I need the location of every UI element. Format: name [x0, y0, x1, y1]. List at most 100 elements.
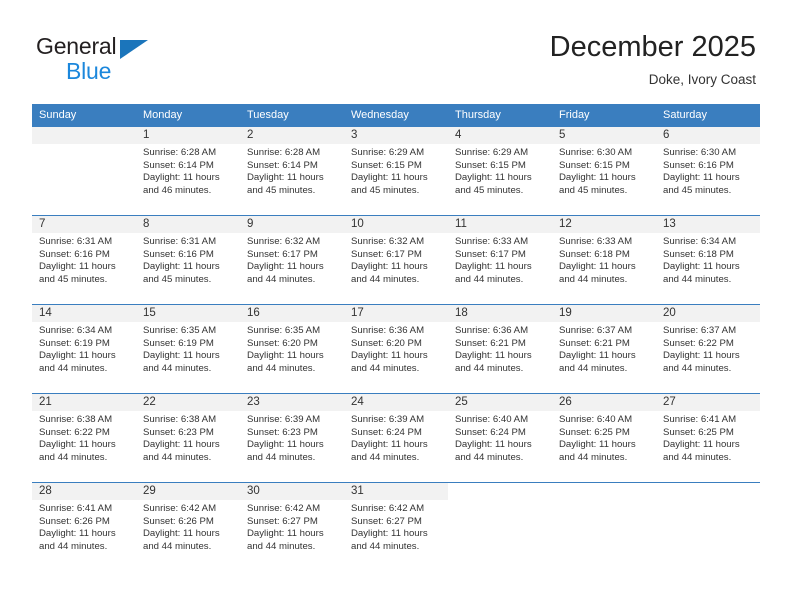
day-detail-line: Sunset: 6:15 PM	[559, 159, 630, 171]
day-number: 1	[136, 127, 240, 144]
day-detail-line: Sunset: 6:15 PM	[351, 159, 422, 171]
day-detail-line: and 44 minutes.	[39, 362, 108, 374]
day-cell[interactable]: 17 Sunrise: 6:36 AM Sunset: 6:20 PM Dayligh…	[344, 305, 448, 393]
day-detail-line: Sunset: 6:19 PM	[143, 337, 214, 349]
day-number: 6	[656, 127, 760, 144]
day-detail-line: and 44 minutes.	[351, 451, 420, 463]
day-detail-line: Daylight: 11 hours	[663, 350, 740, 362]
day-cell[interactable]: 22 Sunrise: 6:38 AM Sunset: 6:23 PM Dayligh…	[136, 394, 240, 482]
day-detail-line: Sunrise: 6:29 AM	[351, 147, 425, 158]
day-cell[interactable]: 20 Sunrise: 6:37 AM Sunset: 6:22 PM Dayligh…	[656, 305, 760, 393]
day-cell[interactable]: 18 Sunrise: 6:36 AM Sunset: 6:21 PM Dayligh…	[448, 305, 552, 393]
day-detail-line: Daylight: 11 hours	[247, 350, 324, 362]
day-cell[interactable]: 31 Sunrise: 6:42 AM Sunset: 6:27 PM Dayligh…	[344, 483, 448, 571]
day-cell[interactable]: 3 Sunrise: 6:29 AM Sunset: 6:15 PM Daylight…	[344, 127, 448, 215]
day-cell[interactable]: 9 Sunrise: 6:32 AM Sunset: 6:17 PM Daylight…	[240, 216, 344, 304]
day-cell[interactable]: 23 Sunrise: 6:39 AM Sunset: 6:23 PM Dayligh…	[240, 394, 344, 482]
day-details: Sunrise: 6:30 AM Sunset: 6:16 PM Daylight:…	[656, 144, 760, 197]
empty-day-cell	[552, 483, 656, 571]
day-details: Sunrise: 6:29 AM Sunset: 6:15 PM Daylight:…	[344, 144, 448, 197]
day-details: Sunrise: 6:33 AM Sunset: 6:17 PM Daylight:…	[448, 233, 552, 286]
day-cell[interactable]: 7 Sunrise: 6:31 AM Sunset: 6:16 PM Daylight…	[32, 216, 136, 304]
day-cell[interactable]: 8 Sunrise: 6:31 AM Sunset: 6:16 PM Daylight…	[136, 216, 240, 304]
day-number: 13	[656, 216, 760, 233]
day-cell[interactable]: 14 Sunrise: 6:34 AM Sunset: 6:19 PM Dayligh…	[32, 305, 136, 393]
day-cell[interactable]: 4 Sunrise: 6:29 AM Sunset: 6:15 PM Daylight…	[448, 127, 552, 215]
day-detail-line: Sunset: 6:23 PM	[143, 426, 214, 438]
day-cell[interactable]: 10 Sunrise: 6:32 AM Sunset: 6:17 PM Dayligh…	[344, 216, 448, 304]
day-cell[interactable]: 30 Sunrise: 6:42 AM Sunset: 6:27 PM Dayligh…	[240, 483, 344, 571]
logo-text-general: General	[36, 33, 117, 59]
day-number: 3	[344, 127, 448, 144]
day-detail-line: Sunrise: 6:32 AM	[351, 236, 425, 247]
calendar-cell: 17 Sunrise: 6:36 AM Sunset: 6:20 PM Dayligh…	[344, 304, 448, 394]
empty-day-cell	[656, 483, 760, 571]
day-number: 27	[656, 394, 760, 411]
day-detail-line: and 44 minutes.	[351, 273, 420, 285]
day-details: Sunrise: 6:38 AM Sunset: 6:22 PM Daylight:…	[32, 411, 136, 464]
day-detail-line: Daylight: 11 hours	[559, 439, 636, 451]
day-detail-line: and 44 minutes.	[559, 451, 628, 463]
day-detail-line: and 44 minutes.	[663, 362, 732, 374]
day-cell[interactable]: 26 Sunrise: 6:40 AM Sunset: 6:25 PM Dayligh…	[552, 394, 656, 482]
day-detail-line: Daylight: 11 hours	[559, 172, 636, 184]
calendar-cell: 6 Sunrise: 6:30 AM Sunset: 6:16 PM Daylight…	[656, 127, 760, 216]
day-detail-line: Sunset: 6:17 PM	[247, 248, 318, 260]
generalblue-logo[interactable]: General Blue	[36, 33, 166, 85]
day-number	[552, 483, 656, 500]
day-detail-line: Daylight: 11 hours	[247, 528, 324, 540]
day-cell[interactable]: 12 Sunrise: 6:33 AM Sunset: 6:18 PM Dayligh…	[552, 216, 656, 304]
day-cell[interactable]: 5 Sunrise: 6:30 AM Sunset: 6:15 PM Daylight…	[552, 127, 656, 215]
weekday-header: Sunday Monday Tuesday Wednesday Thursday Frid…	[32, 104, 760, 127]
day-details: Sunrise: 6:35 AM Sunset: 6:19 PM Daylight:…	[136, 322, 240, 375]
day-cell[interactable]: 6 Sunrise: 6:30 AM Sunset: 6:16 PM Daylight…	[656, 127, 760, 215]
day-details: Sunrise: 6:38 AM Sunset: 6:23 PM Daylight:…	[136, 411, 240, 464]
day-detail-line: Sunset: 6:25 PM	[663, 426, 734, 438]
day-cell[interactable]: 28 Sunrise: 6:41 AM Sunset: 6:26 PM Dayligh…	[32, 483, 136, 571]
day-detail-line: Sunrise: 6:42 AM	[247, 503, 321, 514]
day-cell[interactable]: 25 Sunrise: 6:40 AM Sunset: 6:24 PM Dayligh…	[448, 394, 552, 482]
day-detail-line: Sunset: 6:27 PM	[351, 515, 422, 527]
day-cell[interactable]: 16 Sunrise: 6:35 AM Sunset: 6:20 PM Dayligh…	[240, 305, 344, 393]
day-detail-line: Sunset: 6:27 PM	[247, 515, 318, 527]
day-details: Sunrise: 6:35 AM Sunset: 6:20 PM Daylight:…	[240, 322, 344, 375]
day-detail-line: Sunset: 6:20 PM	[247, 337, 318, 349]
day-cell[interactable]: 29 Sunrise: 6:42 AM Sunset: 6:26 PM Dayligh…	[136, 483, 240, 571]
day-detail-line: Sunrise: 6:35 AM	[247, 325, 321, 336]
day-details: Sunrise: 6:34 AM Sunset: 6:19 PM Daylight:…	[32, 322, 136, 375]
calendar-cell: 7 Sunrise: 6:31 AM Sunset: 6:16 PM Daylight…	[32, 215, 136, 305]
weekday-header-saturday: Saturday	[656, 104, 760, 127]
day-detail-line: and 44 minutes.	[143, 540, 212, 552]
day-detail-line: Sunset: 6:26 PM	[39, 515, 110, 527]
day-cell[interactable]: 19 Sunrise: 6:37 AM Sunset: 6:21 PM Dayligh…	[552, 305, 656, 393]
day-detail-line: Sunset: 6:17 PM	[455, 248, 526, 260]
day-cell[interactable]: 21 Sunrise: 6:38 AM Sunset: 6:22 PM Dayligh…	[32, 394, 136, 482]
day-details: Sunrise: 6:37 AM Sunset: 6:21 PM Daylight:…	[552, 322, 656, 375]
day-detail-line: and 45 minutes.	[143, 273, 212, 285]
calendar-cell: 23 Sunrise: 6:39 AM Sunset: 6:23 PM Dayligh…	[240, 393, 344, 483]
day-details: Sunrise: 6:32 AM Sunset: 6:17 PM Daylight:…	[344, 233, 448, 286]
day-detail-line: Daylight: 11 hours	[559, 350, 636, 362]
calendar-cell: 29 Sunrise: 6:42 AM Sunset: 6:26 PM Dayligh…	[136, 482, 240, 571]
day-cell[interactable]: 24 Sunrise: 6:39 AM Sunset: 6:24 PM Dayligh…	[344, 394, 448, 482]
day-detail-line: Sunrise: 6:39 AM	[351, 414, 425, 425]
day-detail-line: Daylight: 11 hours	[39, 261, 116, 273]
day-number: 15	[136, 305, 240, 322]
calendar-cell: 25 Sunrise: 6:40 AM Sunset: 6:24 PM Dayligh…	[448, 393, 552, 483]
day-cell[interactable]: 13 Sunrise: 6:34 AM Sunset: 6:18 PM Dayligh…	[656, 216, 760, 304]
day-detail-line: Sunset: 6:21 PM	[455, 337, 526, 349]
day-cell[interactable]: 15 Sunrise: 6:35 AM Sunset: 6:19 PM Dayligh…	[136, 305, 240, 393]
day-cell[interactable]: 27 Sunrise: 6:41 AM Sunset: 6:25 PM Dayligh…	[656, 394, 760, 482]
empty-day-cell	[448, 483, 552, 571]
calendar-cell: 15 Sunrise: 6:35 AM Sunset: 6:19 PM Dayligh…	[136, 304, 240, 394]
day-details: Sunrise: 6:31 AM Sunset: 6:16 PM Daylight:…	[32, 233, 136, 286]
day-cell[interactable]: 2 Sunrise: 6:28 AM Sunset: 6:14 PM Daylight…	[240, 127, 344, 215]
day-detail-line: Sunrise: 6:37 AM	[559, 325, 633, 336]
calendar-cell: 26 Sunrise: 6:40 AM Sunset: 6:25 PM Dayligh…	[552, 393, 656, 483]
day-number: 12	[552, 216, 656, 233]
day-detail-line: Daylight: 11 hours	[39, 439, 116, 451]
day-detail-line: and 44 minutes.	[247, 451, 316, 463]
day-detail-line: Sunset: 6:25 PM	[559, 426, 630, 438]
day-cell[interactable]: 1 Sunrise: 6:28 AM Sunset: 6:14 PM Daylight…	[136, 127, 240, 215]
day-cell[interactable]: 11 Sunrise: 6:33 AM Sunset: 6:17 PM Dayligh…	[448, 216, 552, 304]
